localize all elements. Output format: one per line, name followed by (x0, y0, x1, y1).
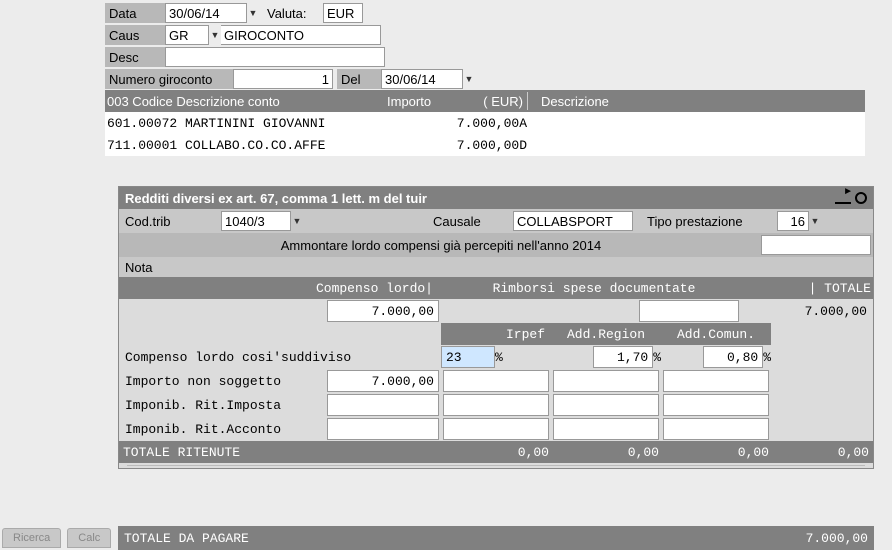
redditi-panel: Redditi diversi ex art. 67, comma 1 lett… (118, 186, 874, 469)
totale-ritenute-com: 0,00 (659, 445, 769, 460)
totale-pagare-label: TOTALE DA PAGARE (124, 531, 249, 546)
hdr-addreg: Add.Region (551, 327, 661, 342)
row-importo: 7.000,00A (387, 116, 527, 131)
table-row[interactable]: 711.00001 COLLABO.CO.CO.AFFE 7.000,00D (105, 134, 865, 156)
hdr-rimborsi: Rimborsi spese documentate (439, 281, 749, 296)
circle-icon[interactable] (855, 192, 867, 204)
totale-ritenute-tot: 0,00 (769, 445, 873, 460)
imponib-imposta-input[interactable] (327, 394, 439, 416)
codtrib-input[interactable]: 1040/3 (221, 211, 291, 231)
row-codice: 601.00072 MARTININI GIOVANNI (107, 116, 387, 131)
nota-label: Nota (121, 260, 171, 275)
caus-desc-input[interactable]: GIROCONTO (221, 25, 381, 45)
ammontare-input[interactable] (761, 235, 871, 255)
data-input[interactable]: 30/06/14 (165, 3, 247, 23)
non-sogg-irpef[interactable] (443, 370, 549, 392)
totale-ritenute-label: TOTALE RITENUTE (119, 445, 439, 460)
row-codice: 711.00001 COLLABO.CO.CO.AFFE (107, 138, 387, 153)
row-importo: 7.000,00D (387, 138, 527, 153)
grid-header-importo: Importo (387, 94, 467, 109)
importo-non-sogg-label: Importo non soggetto (121, 370, 327, 392)
totale-value: 7.000,00 (761, 300, 871, 322)
imponib-imposta-label: Imponib. Rit.Imposta (121, 394, 327, 416)
pct-sign: % (763, 350, 771, 365)
chevron-down-icon[interactable]: ▼ (209, 30, 221, 40)
imposta-com[interactable] (663, 394, 769, 416)
imponib-acconto-label: Imponib. Rit.Acconto (121, 418, 327, 440)
pin-icon[interactable] (835, 192, 851, 204)
tipoprest-label: Tipo prestazione (647, 214, 777, 229)
imposta-irpef[interactable] (443, 394, 549, 416)
valuta-label: Valuta: (263, 3, 323, 23)
compenso-input[interactable]: 7.000,00 (327, 300, 439, 322)
imponib-acconto-input[interactable] (327, 418, 439, 440)
acconto-reg[interactable] (553, 418, 659, 440)
rimborsi-input[interactable] (639, 300, 739, 322)
chevron-down-icon[interactable]: ▼ (247, 8, 259, 18)
hdr-totale: | TOTALE (749, 281, 873, 296)
suddiviso-label: Compenso lordo cosi'suddiviso (121, 346, 441, 368)
non-sogg-reg[interactable] (553, 370, 659, 392)
acconto-irpef[interactable] (443, 418, 549, 440)
causale-input[interactable]: COLLABSPORT (513, 211, 633, 231)
importo-non-sogg-input[interactable]: 7.000,00 (327, 370, 439, 392)
top-form: Data 30/06/14 ▼ Valuta: EUR Caus GR ▼ GI… (105, 2, 892, 156)
valuta-input[interactable]: EUR (323, 3, 363, 23)
del-input[interactable]: 30/06/14 (381, 69, 463, 89)
panel-title-bar: Redditi diversi ex art. 67, comma 1 lett… (119, 187, 873, 209)
non-sogg-com[interactable] (663, 370, 769, 392)
desc-label: Desc (105, 47, 165, 67)
causale-label: Causale (433, 214, 513, 229)
grid-header-codice: 003 Codice Descrizione conto (107, 94, 387, 109)
hdr-compenso: Compenso lordo| (119, 281, 439, 296)
tab-calc[interactable]: Calc (67, 528, 111, 548)
addcom-pct-input[interactable]: 0,80 (703, 346, 763, 368)
totale-pagare-value: 7.000,00 (806, 531, 868, 546)
num-giroconto-input[interactable]: 1 (233, 69, 333, 89)
tipoprest-input[interactable]: 16 (777, 211, 809, 231)
del-label: Del (337, 69, 381, 89)
table-row[interactable]: 601.00072 MARTININI GIOVANNI 7.000,00A (105, 112, 865, 134)
hdr-irpef: Irpef (441, 327, 551, 342)
totale-pagare-bar: TOTALE DA PAGARE 7.000,00 (118, 526, 874, 550)
divider (127, 465, 865, 466)
imposta-reg[interactable] (553, 394, 659, 416)
panel-title: Redditi diversi ex art. 67, comma 1 lett… (125, 191, 427, 206)
chevron-down-icon[interactable]: ▼ (809, 216, 821, 226)
irpef-pct-input[interactable]: 23 (441, 346, 495, 368)
pct-sign: % (653, 350, 661, 365)
totale-ritenute-irpef: 0,00 (439, 445, 549, 460)
tab-ricerca[interactable]: Ricerca (2, 528, 61, 548)
grid-header: 003 Codice Descrizione conto Importo ( E… (105, 90, 865, 112)
totale-ritenute-reg: 0,00 (549, 445, 659, 460)
caus-code-input[interactable]: GR (165, 25, 209, 45)
desc-input[interactable] (165, 47, 385, 67)
grid-header-currency: ( EUR) (467, 94, 523, 109)
acconto-com[interactable] (663, 418, 769, 440)
num-giroconto-label: Numero giroconto (105, 69, 233, 89)
pct-sign: % (495, 350, 503, 365)
chevron-down-icon[interactable]: ▼ (291, 216, 303, 226)
codtrib-label: Cod.trib (121, 214, 221, 229)
bottom-tabs: Ricerca Calc (2, 528, 111, 548)
caus-label: Caus (105, 25, 165, 45)
chevron-down-icon[interactable]: ▼ (463, 74, 475, 84)
grid-header-descrizione: Descrizione (541, 94, 865, 109)
ammontare-label: Ammontare lordo compensi già percepiti n… (121, 238, 761, 253)
addreg-pct-input[interactable]: 1,70 (593, 346, 653, 368)
hdr-addcom: Add.Comun. (661, 327, 771, 342)
data-label: Data (105, 3, 165, 23)
